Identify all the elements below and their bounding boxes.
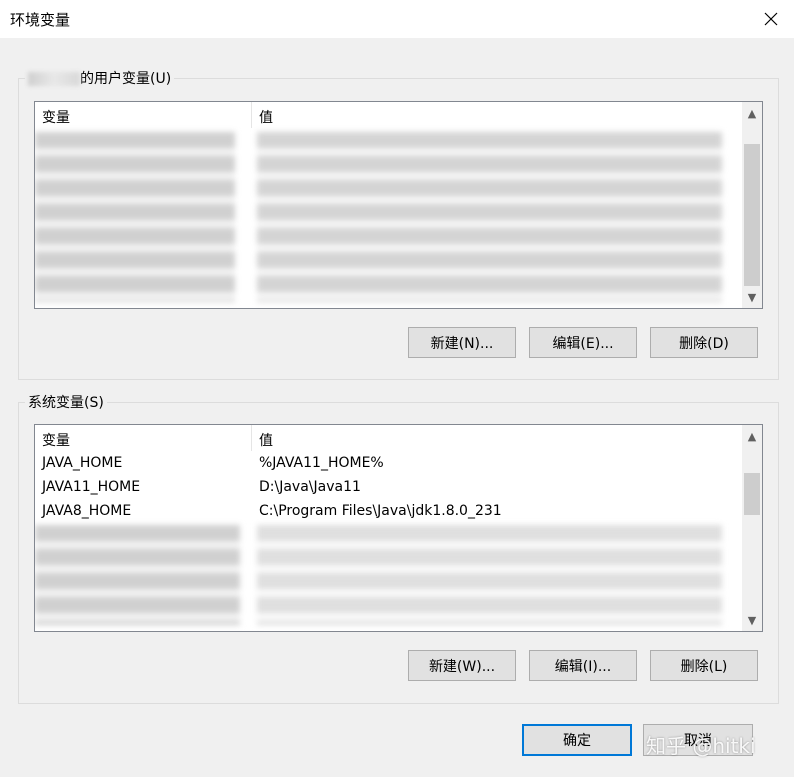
title-bar: 环境变量 [0, 0, 794, 38]
user-delete-button[interactable]: 删除(D) [650, 327, 758, 358]
system-variables-header: 变量 值 [35, 425, 742, 451]
system-variables-group: 系统变量(S) 变量 值 JAVA_HOME %JAVA11_HOME% JAV… [18, 392, 779, 704]
table-row[interactable]: JAVA8_HOME C:\Program Files\Java\jdk1.8.… [35, 501, 742, 525]
watermark: 知乎 @hitki [646, 734, 756, 758]
column-header-value[interactable]: 值 [259, 430, 273, 450]
user-variables-header: 变量 值 [35, 102, 742, 128]
column-separator[interactable] [251, 425, 252, 451]
system-variables-scrollbar[interactable]: ▲ ▼ [742, 425, 762, 631]
system-delete-button[interactable]: 删除(L) [650, 650, 758, 681]
redacted-block [257, 525, 722, 625]
redacted-block [35, 525, 240, 625]
variable-name: JAVA_HOME [42, 455, 123, 471]
user-edit-button[interactable]: 编辑(E)... [529, 327, 637, 358]
user-variables-list[interactable]: 变量 值 ▲ ▼ [34, 101, 763, 309]
column-header-variable[interactable]: 变量 [42, 107, 70, 127]
system-variables-list[interactable]: 变量 值 JAVA_HOME %JAVA11_HOME% JAVA11_HOME… [34, 424, 763, 632]
redacted-username [28, 72, 80, 86]
scrollbar-thumb[interactable] [744, 473, 760, 515]
close-icon [764, 12, 778, 26]
ok-button[interactable]: 确定 [522, 724, 632, 756]
redacted-system-rows [35, 525, 742, 629]
variable-name: JAVA8_HOME [42, 503, 132, 519]
variable-value: C:\Program Files\Java\jdk1.8.0_231 [259, 503, 502, 519]
column-header-value[interactable]: 值 [259, 107, 273, 127]
variable-name: JAVA11_HOME [42, 479, 141, 495]
chevron-up-icon[interactable]: ▲ [742, 427, 762, 445]
chevron-up-icon[interactable]: ▲ [742, 104, 762, 122]
column-header-variable[interactable]: 变量 [42, 430, 70, 450]
user-variables-legend: 的用户变量(U) [25, 68, 175, 88]
variable-value: D:\Java\Java11 [259, 479, 361, 495]
table-row[interactable]: JAVA11_HOME D:\Java\Java11 [35, 477, 742, 501]
redacted-block [257, 132, 722, 302]
window-title: 环境变量 [10, 11, 71, 29]
user-variables-group: 的用户变量(U) 变量 值 ▲ ▼ 新建(N)... 编辑(E)... 删除(D… [18, 68, 779, 380]
variable-value: %JAVA11_HOME% [259, 455, 384, 471]
user-variables-scrollbar[interactable]: ▲ ▼ [742, 102, 762, 308]
table-row[interactable]: JAVA_HOME %JAVA11_HOME% [35, 453, 742, 477]
redacted-block [35, 132, 235, 302]
chevron-down-icon[interactable]: ▼ [742, 611, 762, 629]
user-new-button[interactable]: 新建(N)... [408, 327, 516, 358]
system-new-button[interactable]: 新建(W)... [408, 650, 516, 681]
redacted-user-rows [35, 132, 742, 308]
chevron-down-icon[interactable]: ▼ [742, 288, 762, 306]
scrollbar-thumb[interactable] [744, 144, 760, 286]
system-edit-button[interactable]: 编辑(I)... [529, 650, 637, 681]
column-separator[interactable] [251, 102, 252, 128]
system-variables-legend: 系统变量(S) [25, 392, 107, 412]
close-button[interactable] [748, 0, 794, 38]
